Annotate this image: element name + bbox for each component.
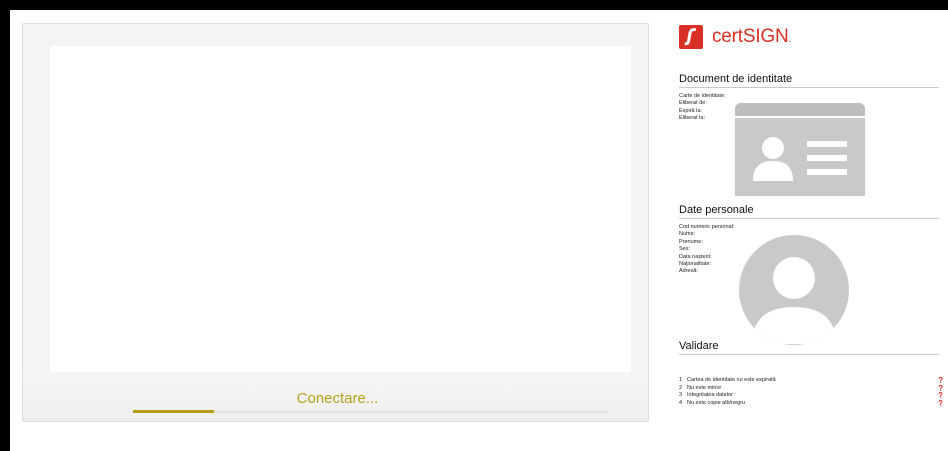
- user-avatar-icon: [735, 234, 853, 346]
- validation-title: Validare: [679, 340, 939, 355]
- brand-name: certSIGN: [712, 26, 789, 47]
- id-card-icon: [735, 103, 865, 196]
- validation-item-text: Cartea de identitate nu este expirată: [687, 377, 776, 383]
- validation-item: 1 Cartea de identitate nu este expirată …: [679, 377, 943, 385]
- field-label: Adresă:: [679, 268, 698, 275]
- connection-progress-fill: [133, 410, 214, 413]
- field-label: Expiră la:: [679, 107, 702, 114]
- validation-item-number: 4: [679, 399, 683, 406]
- field-label: Carte de identitate:: [679, 93, 726, 99]
- video-preview: [50, 46, 631, 384]
- validation-item-text: Nu este copie alb/negru: [687, 399, 746, 406]
- validation-item-number: 1: [679, 377, 683, 383]
- validation-item: 3 Integritatea datelor ?: [679, 392, 943, 400]
- identity-document-fields: Carte de identitate: Eliberat de: Expiră…: [679, 93, 725, 123]
- personal-data-title: Date personale: [679, 204, 939, 219]
- field-label: Nume:: [679, 231, 696, 238]
- identity-document-title: Document de identitate: [679, 73, 939, 88]
- validation-item-text: Integritatea datelor: [687, 392, 733, 399]
- validation-list: 1 Cartea de identitate nu este expirată …: [679, 377, 943, 407]
- video-frame: Conectare...: [22, 23, 649, 422]
- app-screen: Conectare... certSIGN. Document de ident…: [10, 10, 948, 451]
- personal-data-fields: Cod numeric personal: Nume: Prenume: Sex…: [679, 224, 734, 276]
- field-label: Data nașterii:: [679, 253, 712, 260]
- validation-item-number: 3: [679, 392, 683, 399]
- field-label: Cod numeric personal:: [679, 224, 735, 230]
- certsign-logo-icon: [679, 25, 703, 49]
- connection-status-text: Conectare...: [296, 390, 379, 407]
- field-label: Sex:: [679, 246, 691, 253]
- validation-status-icon: ?: [938, 398, 943, 408]
- field-label: Naționalitate:: [679, 261, 712, 268]
- brand-name-suffix: .: [788, 34, 792, 45]
- connection-progress-bar: [133, 410, 608, 413]
- field-label: Eliberat de:: [679, 100, 707, 107]
- certsign-logo: certSIGN.: [679, 23, 791, 51]
- validation-item-text: Nu este minor: [687, 384, 722, 391]
- info-panel: certSIGN. Document de identitate Carte d…: [669, 10, 948, 451]
- validation-item: 2 Nu este minor ?: [679, 384, 943, 393]
- validation-item-number: 2: [679, 384, 683, 391]
- field-label: Prenume:: [679, 238, 703, 245]
- validation-item: 4 Nu este copie alb/negru ?: [679, 398, 943, 408]
- field-label: Eliberat la:: [679, 115, 705, 122]
